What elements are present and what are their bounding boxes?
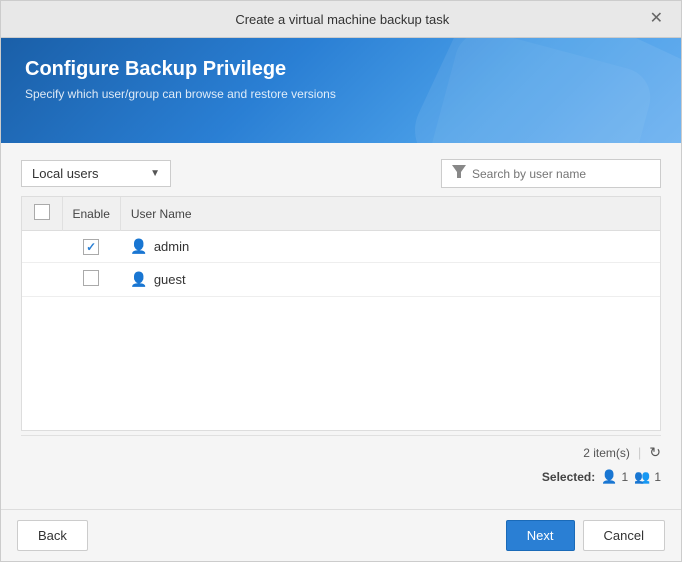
item-count: 2 item(s)	[583, 446, 630, 460]
close-button[interactable]: ✕	[648, 11, 665, 27]
group-user-selected: 👥 1	[634, 469, 661, 485]
refresh-button[interactable]: ↻	[649, 444, 661, 461]
username-label: guest	[154, 272, 186, 287]
selected-info: Selected: 👤 1 👥 1	[21, 465, 661, 493]
table-header-row: Enable User Name	[22, 197, 660, 231]
chevron-down-icon: ▼	[150, 168, 160, 179]
dialog: Create a virtual machine backup task ✕ C…	[0, 0, 682, 562]
footer-info: 2 item(s) | ↻	[21, 435, 661, 465]
single-user-icon: 👤	[601, 469, 617, 485]
group-user-count: 1	[654, 470, 661, 484]
action-buttons: Next Cancel	[506, 520, 665, 551]
bottom-bar: Back Next Cancel	[1, 509, 681, 561]
search-box	[441, 159, 661, 188]
username-column-header: User Name	[120, 197, 660, 231]
title-bar: Create a virtual machine backup task ✕	[1, 1, 681, 38]
table-row: 👤 guest	[22, 263, 660, 297]
toolbar: Local users ▼	[21, 159, 661, 188]
row-username-cell: 👤 guest	[120, 263, 660, 297]
row-checkbox-cell[interactable]	[62, 231, 120, 263]
content-area: Local users ▼	[1, 143, 681, 509]
select-all-header[interactable]	[22, 197, 62, 231]
enable-column-header: Enable	[62, 197, 120, 231]
row-checkbox[interactable]	[83, 239, 99, 255]
select-all-checkbox[interactable]	[34, 204, 50, 220]
user-icon: 👤	[130, 271, 147, 288]
user-icon: 👤	[130, 238, 147, 255]
search-input[interactable]	[472, 167, 650, 181]
dialog-title: Create a virtual machine backup task	[37, 12, 648, 27]
filter-icon	[452, 165, 466, 182]
next-button[interactable]: Next	[506, 520, 575, 551]
header-title: Configure Backup Privilege	[25, 58, 657, 81]
row-checkbox[interactable]	[83, 270, 99, 286]
header-banner: Configure Backup Privilege Specify which…	[1, 38, 681, 143]
table-row: 👤 admin	[22, 231, 660, 263]
back-button[interactable]: Back	[17, 520, 88, 551]
username-label: admin	[154, 239, 189, 254]
user-table: Enable User Name 👤 admin 👤 guest	[21, 196, 661, 431]
row-checkbox-cell[interactable]	[62, 263, 120, 297]
row-username-cell: 👤 admin	[120, 231, 660, 263]
dropdown-label: Local users	[32, 166, 98, 181]
cancel-button[interactable]: Cancel	[583, 520, 665, 551]
row-spacer	[22, 263, 62, 297]
user-type-dropdown[interactable]: Local users ▼	[21, 160, 171, 187]
group-user-icon: 👥	[634, 469, 650, 485]
single-user-count: 1	[621, 470, 628, 484]
selected-label: Selected:	[542, 470, 595, 484]
single-user-selected: 👤 1	[601, 469, 628, 485]
row-spacer	[22, 231, 62, 263]
header-subtitle: Specify which user/group can browse and …	[25, 87, 657, 101]
